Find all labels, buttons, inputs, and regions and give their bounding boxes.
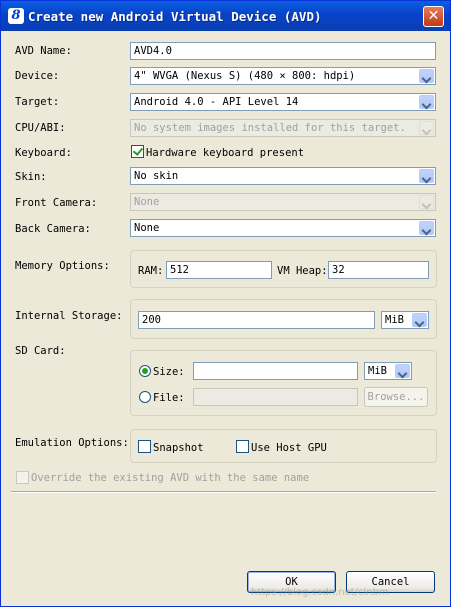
memory-options-label: Memory Options: [15, 260, 110, 272]
vm-heap-input[interactable]: 32 [328, 261, 429, 279]
sd-size-unit: MiB [368, 365, 387, 377]
chevron-down-icon[interactable] [419, 95, 434, 109]
target-label: Target: [15, 96, 60, 108]
cpu-abi-value: No system images installed for this targ… [134, 122, 406, 134]
vm-heap-label: VM Heap: [277, 265, 328, 277]
front-camera-select: None [130, 193, 436, 211]
avd-name-input[interactable]: AVD4.0 [130, 42, 436, 60]
hardware-keyboard-checkbox[interactable] [131, 145, 144, 158]
back-camera-label: Back Camera: [15, 223, 91, 235]
front-camera-value: None [134, 196, 160, 208]
chevron-down-icon[interactable] [412, 313, 427, 327]
override-checkbox [16, 471, 29, 484]
back-camera-value: None [134, 222, 160, 234]
internal-storage-unit: MiB [385, 314, 404, 326]
front-camera-label: Front Camera: [15, 197, 98, 209]
chevron-down-icon[interactable] [419, 169, 434, 183]
use-host-gpu-label: Use Host GPU [251, 442, 327, 454]
internal-storage-input[interactable]: 200 [138, 311, 375, 329]
device-select[interactable]: 4" WVGA (Nexus S) (480 × 800: hdpi) [130, 67, 436, 85]
device-label: Device: [15, 70, 60, 82]
snapshot-checkbox[interactable] [138, 440, 151, 453]
ram-input[interactable]: 512 [166, 261, 272, 279]
sd-size-input[interactable] [193, 362, 358, 380]
chevron-down-icon[interactable] [419, 69, 434, 83]
internal-storage-label: Internal Storage: [15, 310, 123, 322]
chevron-down-icon[interactable] [395, 364, 410, 378]
skin-select[interactable]: No skin [130, 167, 436, 185]
avd-dialog: 8 Create new Android Virtual Device (AVD… [0, 0, 451, 607]
internal-storage-unit-select[interactable]: MiB [381, 311, 429, 329]
chevron-down-icon [419, 121, 434, 135]
snapshot-label: Snapshot [153, 442, 204, 454]
divider [11, 491, 436, 493]
ram-label: RAM: [138, 265, 164, 277]
sd-size-unit-select[interactable]: MiB [364, 362, 412, 380]
cpu-abi-select: No system images installed for this targ… [130, 119, 436, 137]
back-camera-select[interactable]: None [130, 219, 436, 237]
app-icon: 8 [8, 8, 24, 24]
sd-card-label: SD Card: [15, 345, 66, 357]
skin-value: No skin [134, 170, 179, 182]
use-host-gpu-checkbox[interactable] [236, 440, 249, 453]
sd-size-label: Size: [153, 366, 185, 378]
sd-size-radio[interactable] [139, 365, 151, 377]
avd-name-label: AVD Name: [15, 45, 72, 57]
target-select[interactable]: Android 4.0 - API Level 14 [130, 93, 436, 111]
close-button[interactable]: ✕ [423, 6, 444, 27]
emulation-options-label: Emulation Options: [15, 437, 129, 449]
hardware-keyboard-label: Hardware keyboard present [146, 147, 305, 159]
sd-file-radio[interactable] [139, 391, 151, 403]
sd-file-label: File: [153, 392, 185, 404]
watermark: https://blog.csdn.net/clnbm [251, 587, 389, 598]
sd-file-input [193, 388, 358, 406]
device-value: 4" WVGA (Nexus S) (480 × 800: hdpi) [134, 70, 356, 82]
cpu-abi-label: CPU/ABI: [15, 122, 66, 134]
title-bar[interactable]: 8 Create new Android Virtual Device (AVD… [1, 1, 450, 31]
override-label: Override the existing AVD with the same … [31, 472, 310, 484]
target-value: Android 4.0 - API Level 14 [134, 96, 299, 108]
browse-button: Browse... [364, 387, 428, 407]
keyboard-label: Keyboard: [15, 147, 72, 159]
chevron-down-icon [419, 195, 434, 209]
chevron-down-icon[interactable] [419, 221, 434, 235]
window-title: Create new Android Virtual Device (AVD) [28, 9, 322, 24]
skin-label: Skin: [15, 171, 47, 183]
